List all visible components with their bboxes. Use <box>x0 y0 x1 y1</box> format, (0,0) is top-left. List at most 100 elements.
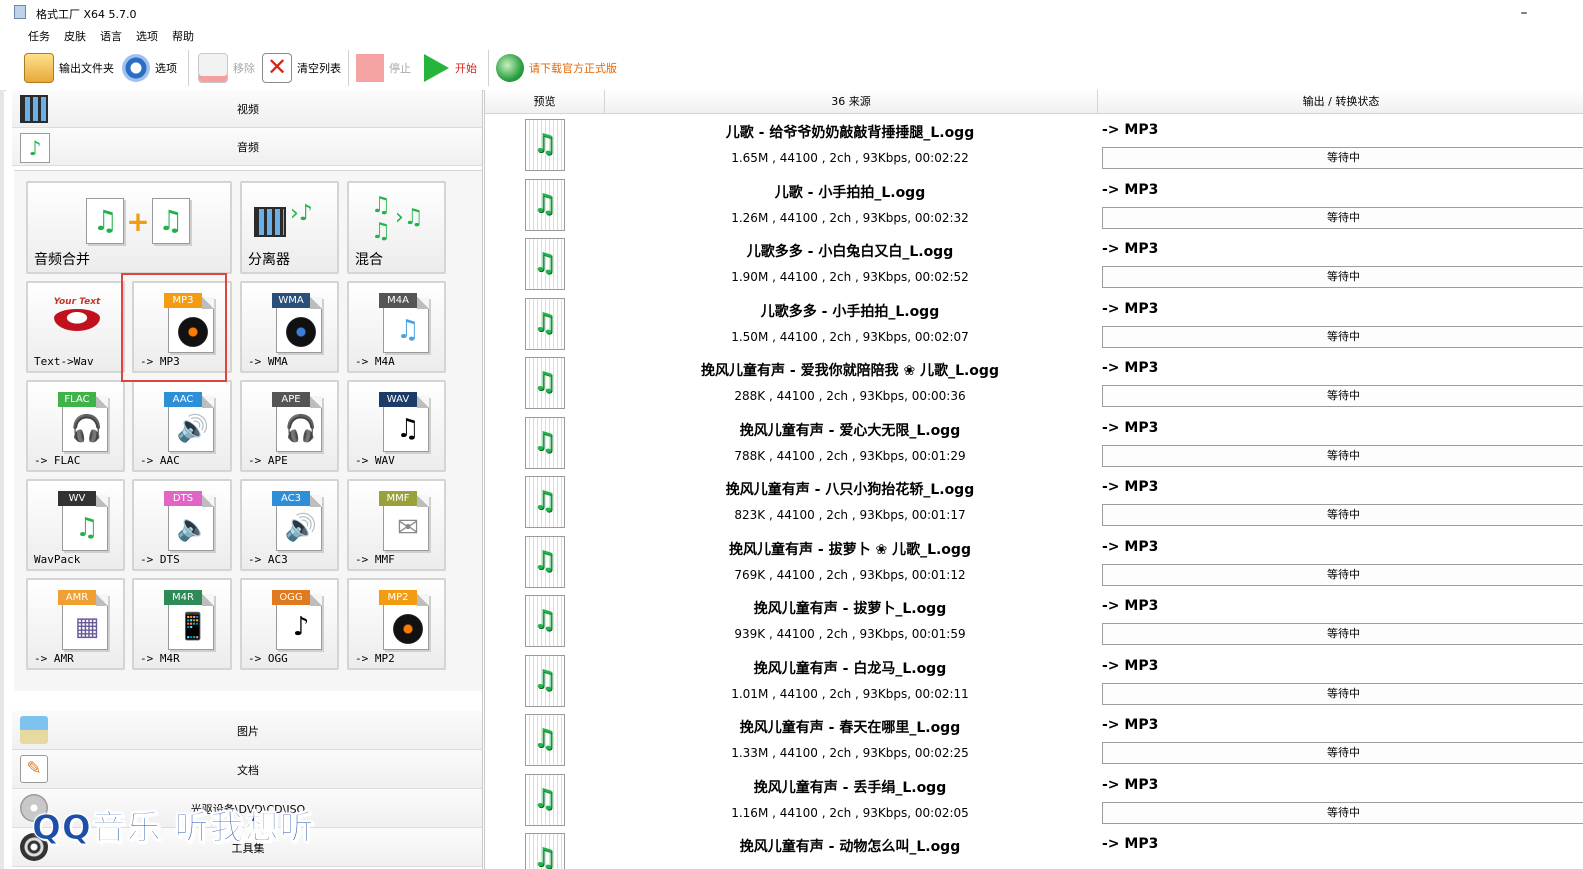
options-button[interactable]: 选项 <box>122 52 177 84</box>
toolbar: 输出文件夹 选项 移除 ✕ 清空列表 停止 开始 请下载官方正式版 <box>0 46 1583 91</box>
category-document[interactable]: ✎ 文档 <box>12 750 482 789</box>
wav-icon: WAV ♫ <box>379 392 429 452</box>
function-panel: 视频 ♪ 音频 ♫ + ♫ 音频合并 ›♪ 分离器 ♫ ♫ ›♫ 混合 Your Tex… <box>6 90 483 869</box>
category-image[interactable]: 图片 <box>12 711 482 750</box>
stop-button[interactable]: 停止 <box>356 52 411 84</box>
table-row[interactable]: ♫ 挽风儿童有声 - 拔萝卜_L.ogg 939K , 44100 , 2ch , … <box>485 592 1583 652</box>
to-wma-label: -> WMA <box>248 355 288 368</box>
to-mp2-label: -> MP2 <box>355 652 395 665</box>
category-video[interactable]: 视频 <box>12 90 482 128</box>
splitter-icon: ›♪ <box>254 193 313 251</box>
status-bar: 等待中 <box>1102 742 1583 764</box>
mix-tile[interactable]: ♫ ♫ ›♫ 混合 <box>347 181 446 274</box>
task-list: 预览 36 来源 输出 / 转换状态 ♫ 儿歌 - 给爷爷奶奶敲敲背捶捶腿_L.o… <box>484 90 1583 869</box>
to-m4r-tile[interactable]: M4R 📱 -> M4R <box>132 578 232 670</box>
ac3-icon: AC3 🔊 <box>272 491 322 551</box>
menu-skin[interactable]: 皮肤 <box>64 28 86 44</box>
file-name: 儿歌 - 给爷爷奶奶敲敲背捶捶腿_L.ogg <box>725 125 975 141</box>
to-wma-tile[interactable]: WMA -> WMA <box>240 281 339 373</box>
menu-task[interactable]: 任务 <box>28 28 50 44</box>
status-bar: 等待中 <box>1102 147 1583 169</box>
audio-merge-icon: ♫ + ♫ <box>78 191 198 251</box>
to-flac-label: -> FLAC <box>34 454 81 467</box>
file-info: 1.90M , 44100 , 2ch , 93Kbps, 00:02:52 <box>731 270 969 284</box>
table-row[interactable]: ♫ 挽风儿童有声 - 春天在哪里_L.ogg 1.33M , 44100 , 2ch… <box>485 711 1583 771</box>
to-ogg-tile[interactable]: OGG ♪ -> OGG <box>240 578 339 670</box>
to-mp2-tile[interactable]: MP2 -> MP2 <box>347 578 446 670</box>
menu-help[interactable]: 帮助 <box>172 28 194 44</box>
audio-file-icon: ♫ <box>521 654 567 707</box>
table-row[interactable]: ♫ 挽风儿童有声 - 爱我你就陪陪我 ❀ 儿歌_L.ogg 288K , 44100… <box>485 354 1583 414</box>
audio-file-icon: ♫ <box>521 833 567 869</box>
status-bar: 等待中 <box>1102 266 1583 288</box>
to-dts-label: -> DTS <box>140 553 180 566</box>
to-ape-label: -> APE <box>248 454 288 467</box>
clear-list-icon: ✕ <box>262 53 292 83</box>
column-preview[interactable]: 预览 <box>485 90 605 114</box>
table-row[interactable]: ♫ 挽风儿童有声 - 动物怎么叫_L.ogg -> MP3 <box>485 830 1583 869</box>
status-bar: 等待中 <box>1102 682 1583 705</box>
status-bar: 等待中 <box>1102 385 1583 407</box>
to-ac3-label: -> AC3 <box>248 553 288 566</box>
start-button[interactable]: 开始 <box>422 52 477 84</box>
to-amr-tile[interactable]: AMR ▦ -> AMR <box>26 578 125 670</box>
table-row[interactable]: ♫ 挽风儿童有声 - 白龙马_L.ogg 1.01M , 44100 , 2ch ,… <box>485 652 1583 712</box>
mp2-icon: MP2 <box>379 590 429 650</box>
table-row[interactable]: ♫ 挽风儿童有声 - 拔萝卜 ❀ 儿歌_L.ogg 769K , 44100 , 2… <box>485 533 1583 593</box>
minimize-button[interactable]: – <box>1512 2 1536 24</box>
to-ape-tile[interactable]: APE 🎧 -> APE <box>240 380 339 472</box>
wavpack-tile[interactable]: WV ♫ WavPack <box>26 479 125 571</box>
file-info: 288K , 44100 , 2ch , 93Kbps, 00:00:36 <box>734 389 966 403</box>
to-wav-tile[interactable]: WAV ♫ -> WAV <box>347 380 446 472</box>
to-m4a-tile[interactable]: M4A ♫ -> M4A <box>347 281 446 373</box>
remove-button[interactable]: 移除 <box>198 52 255 84</box>
text-to-wav-tile[interactable]: Your Text Text->Wav <box>26 281 125 373</box>
options-label: 选项 <box>155 62 177 75</box>
wavpack-icon: WV ♫ <box>58 491 108 551</box>
to-aac-tile[interactable]: AAC 🔊 -> AAC <box>132 380 232 472</box>
table-row[interactable]: ♫ 儿歌 - 给爷爷奶奶敲敲背捶捶腿_L.ogg 1.65M , 44100 , 2… <box>485 116 1583 176</box>
table-row[interactable]: ♫ 挽风儿童有声 - 八只小狗抬花轿_L.ogg 823K , 44100 , 2c… <box>485 473 1583 533</box>
status-bar: 等待中 <box>1102 325 1583 348</box>
file-info: 1.16M , 44100 , 2ch , 93Kbps, 00:02:05 <box>731 805 969 820</box>
table-row[interactable]: ♫ 儿歌多多 - 小手拍拍_L.ogg 1.50M , 44100 , 2ch , … <box>485 295 1583 355</box>
to-dts-tile[interactable]: DTS 🔈 -> DTS <box>132 479 232 571</box>
to-mmf-label: -> MMF <box>355 553 395 566</box>
menu-language[interactable]: 语言 <box>100 28 122 44</box>
audio-tools-grid: ♫ + ♫ 音频合并 ›♪ 分离器 ♫ ♫ ›♫ 混合 Your Text Text->… <box>14 170 482 691</box>
splitter-tile[interactable]: ›♪ 分离器 <box>240 181 339 274</box>
mmf-icon: MMF ✉ <box>379 491 429 551</box>
file-name: 挽风儿童有声 - 动物怎么叫_L.ogg <box>739 839 961 855</box>
m4r-icon: M4R 📱 <box>164 590 214 650</box>
category-audio[interactable]: ♪ 音频 <box>12 128 482 166</box>
file-info: 1.01M , 44100 , 2ch , 93Kbps, 00:02:11 <box>731 686 969 701</box>
output-folder-button[interactable]: 输出文件夹 <box>24 52 114 84</box>
table-row[interactable]: ♫ 挽风儿童有声 - 丢手绢_L.ogg 1.16M , 44100 , 2ch ,… <box>485 771 1583 831</box>
download-label: 请下载官方正式版 <box>529 62 617 75</box>
mix-label: 混合 <box>355 252 383 268</box>
table-row[interactable]: ♫ 挽风儿童有声 - 爱心大无限_L.ogg 788K , 44100 , 2ch … <box>485 414 1583 474</box>
remove-icon <box>198 53 228 83</box>
start-label: 开始 <box>455 62 477 75</box>
m4a-icon: M4A ♫ <box>379 293 429 353</box>
to-amr-label: -> AMR <box>34 652 74 665</box>
column-source[interactable]: 36 来源 <box>605 90 1098 114</box>
to-mmf-tile[interactable]: MMF ✉ -> MMF <box>347 479 446 571</box>
gear-icon <box>122 54 150 82</box>
clear-list-button[interactable]: ✕ 清空列表 <box>262 52 341 84</box>
audio-file-icon: ♫ <box>521 416 567 469</box>
toolbar-separator <box>348 50 349 86</box>
table-row[interactable]: ♫ 儿歌 - 小手拍拍_L.ogg 1.26M , 44100 , 2ch , 93… <box>485 176 1583 236</box>
table-row[interactable]: ♫ 儿歌多多 - 小白兔白又白_L.ogg 1.90M , 44100 , 2ch … <box>485 235 1583 295</box>
to-flac-tile[interactable]: FLAC 🎧 -> FLAC <box>26 380 125 472</box>
to-mp3-tile[interactable]: MP3 -> MP3 <box>132 281 232 373</box>
column-output-status[interactable]: 输出 / 转换状态 <box>1098 90 1583 114</box>
to-ac3-tile[interactable]: AC3 🔊 -> AC3 <box>240 479 339 571</box>
audio-merge-tile[interactable]: ♫ + ♫ 音频合并 <box>26 181 232 274</box>
file-name: 挽风儿童有声 - 丢手绢_L.ogg <box>753 779 947 796</box>
flac-icon: FLAC 🎧 <box>58 392 108 452</box>
file-info: 1.33M , 44100 , 2ch , 93Kbps, 00:02:25 <box>731 746 969 760</box>
menu-options[interactable]: 选项 <box>136 28 158 44</box>
aac-icon: AAC 🔊 <box>164 392 214 452</box>
download-official-link[interactable]: 请下载官方正式版 <box>496 52 617 84</box>
